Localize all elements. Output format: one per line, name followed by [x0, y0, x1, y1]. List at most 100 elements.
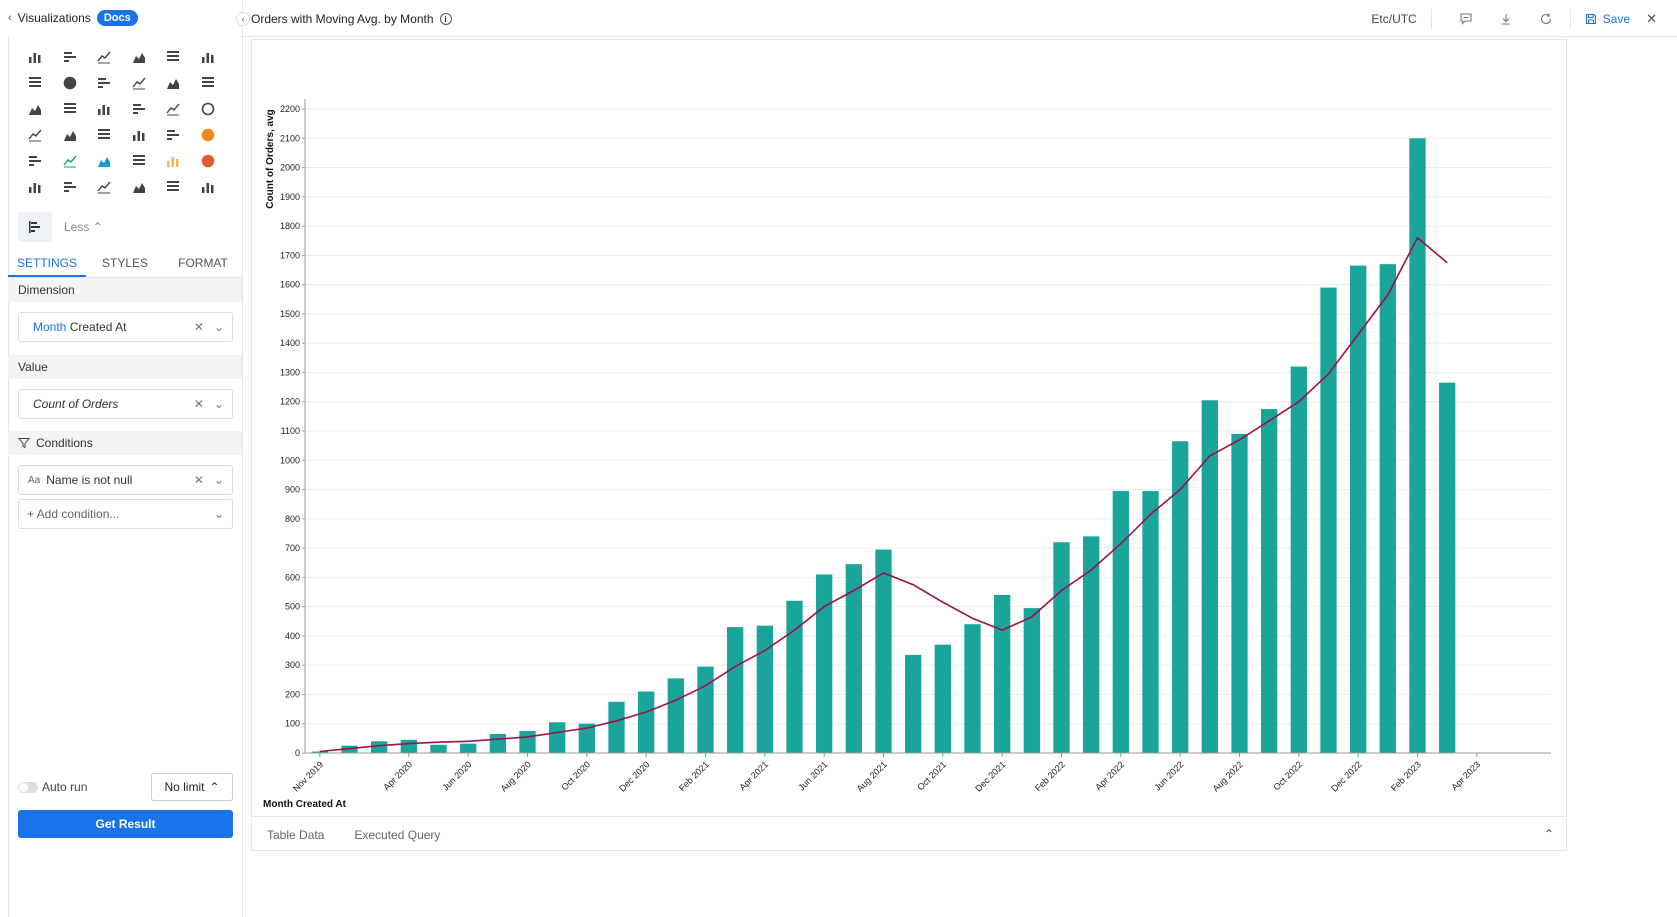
- clear-icon[interactable]: ✕: [194, 473, 204, 487]
- info-icon[interactable]: i: [439, 13, 452, 25]
- chart-type-weather[interactable]: [156, 148, 190, 174]
- collapse-panel-icon[interactable]: ‹: [236, 12, 250, 26]
- auto-run-toggle[interactable]: [18, 782, 38, 793]
- dimension-field[interactable]: Month Created At ✕ ⌄: [18, 312, 233, 342]
- y-tick-label: 1400: [280, 338, 300, 348]
- refresh-icon[interactable]: [1538, 11, 1554, 27]
- chart-title-text[interactable]: Orders with Moving Avg. by Month: [251, 12, 434, 26]
- x-tick-label: Feb 2023: [1389, 759, 1423, 793]
- chart-type-calendar[interactable]: [122, 122, 156, 148]
- chart-type-box-plot[interactable]: [191, 174, 225, 200]
- chart-area: 0 100 200 300 400 500 600 700 800 900 1000 1100 1200…: [251, 39, 1567, 817]
- conditions-heading: Conditions: [8, 431, 242, 455]
- chart-type-gauge[interactable]: [191, 96, 225, 122]
- chevron-left-icon[interactable]: ‹: [8, 12, 12, 24]
- filter-icon: [18, 438, 30, 449]
- chart-type-scatter[interactable]: [156, 70, 190, 96]
- tab-executed-query[interactable]: Executed Query: [354, 828, 440, 842]
- chart-type-kpi[interactable]: [87, 96, 121, 122]
- less-row: Less ⌃: [18, 212, 103, 242]
- chevron-down-icon[interactable]: ⌄: [214, 473, 224, 487]
- chart-type-world-map[interactable]: [53, 122, 87, 148]
- less-button[interactable]: Less ⌃: [64, 220, 103, 234]
- table-icon: [29, 53, 41, 63]
- chart-type-waterfall[interactable]: [18, 174, 52, 200]
- x-tick-label: Oct 2020: [559, 759, 592, 792]
- chart-type-sparkline[interactable]: [156, 174, 190, 200]
- chart-type-heatmap[interactable]: [18, 96, 52, 122]
- chart-type-candlestick[interactable]: [53, 174, 87, 200]
- x-axis-label: Month Created At: [263, 799, 347, 810]
- add-condition-field[interactable]: + Add condition... ⌄: [18, 499, 233, 529]
- choropleth-icon: [98, 129, 110, 139]
- clear-icon[interactable]: ✕: [194, 320, 204, 334]
- bar: [608, 701, 625, 753]
- radar-icon: [132, 104, 145, 114]
- timeline-icon: [29, 156, 41, 166]
- chart-type-cloud[interactable]: [156, 96, 190, 122]
- chart-type-pivot-table[interactable]: [53, 44, 87, 70]
- condition-field[interactable]: Aa Name is not null ✕ ⌄: [18, 465, 233, 495]
- selected-chart-type[interactable]: [18, 212, 52, 242]
- save-button[interactable]: Save: [1569, 8, 1630, 29]
- chevron-up-icon[interactable]: ⌃: [1544, 827, 1554, 841]
- pie-chart-icon: [63, 76, 76, 90]
- close-icon[interactable]: ✕: [1646, 11, 1657, 27]
- chart-type-choropleth[interactable]: [87, 122, 121, 148]
- chevron-down-icon[interactable]: ⌄: [214, 507, 224, 521]
- tab-table-data[interactable]: Table Data: [267, 828, 324, 842]
- tab-format[interactable]: FORMAT: [164, 252, 242, 277]
- chart-type-horizontal-bar[interactable]: [191, 44, 225, 70]
- comment-icon[interactable]: [1458, 11, 1474, 27]
- y-tick-label: 1500: [280, 309, 300, 319]
- x-tick-label: Feb 2021: [677, 759, 711, 793]
- chart-type-bullet[interactable]: [122, 174, 156, 200]
- bar: [786, 600, 803, 753]
- chart-type-stacked-bar[interactable]: [18, 70, 52, 96]
- chart-type-table[interactable]: [18, 44, 52, 70]
- bar: [638, 691, 655, 753]
- download-icon[interactable]: [1498, 11, 1514, 27]
- get-result-button[interactable]: Get Result: [18, 810, 233, 838]
- chart-type-area-chart[interactable]: [87, 44, 121, 70]
- x-tick-label: Dec 2020: [617, 759, 651, 793]
- chart-type-bubble[interactable]: [191, 70, 225, 96]
- chevron-down-icon[interactable]: ⌄: [214, 397, 224, 411]
- chart-type-funnel[interactable]: [122, 70, 156, 96]
- chart-type-trend-line[interactable]: [122, 148, 156, 174]
- timezone-label[interactable]: Etc/UTC: [1371, 8, 1432, 29]
- bar: [371, 741, 388, 753]
- chart-type-building[interactable]: [156, 122, 190, 148]
- chart-type-sorted-bar[interactable]: [53, 96, 87, 122]
- value-field[interactable]: Count of Orders ✕ ⌄: [18, 389, 233, 419]
- chart-type-radar[interactable]: [122, 96, 156, 122]
- panel-divider: [8, 36, 9, 917]
- value-heading: Value: [8, 355, 242, 379]
- docs-badge[interactable]: Docs: [96, 10, 138, 26]
- y-tick-label: 900: [285, 485, 300, 495]
- tab-styles[interactable]: STYLES: [86, 252, 164, 277]
- y-tick-label: 1600: [280, 280, 300, 290]
- chart-type-emoji[interactable]: [191, 148, 225, 174]
- chart-type-pie-chart[interactable]: [53, 70, 87, 96]
- y-tick-label: 600: [285, 572, 300, 582]
- bar: [756, 625, 773, 753]
- chevron-down-icon[interactable]: ⌄: [214, 320, 224, 334]
- heatmap-icon: [29, 105, 41, 115]
- chart-type-column-3d[interactable]: [87, 148, 121, 174]
- clear-icon[interactable]: ✕: [194, 397, 204, 411]
- x-tick-label: Jun 2020: [440, 759, 473, 792]
- chart-type-timeline[interactable]: [18, 148, 52, 174]
- chart-type-pyramid[interactable]: [87, 70, 121, 96]
- chart-type-bar-chart[interactable]: [156, 44, 190, 70]
- chart-type-coin[interactable]: [191, 122, 225, 148]
- bars: [311, 138, 1456, 754]
- chart-type-sankey[interactable]: [53, 148, 87, 174]
- chart-type-line-chart[interactable]: [122, 44, 156, 70]
- chart-type-map[interactable]: [18, 122, 52, 148]
- tab-settings[interactable]: SETTINGS: [8, 252, 86, 277]
- panel-title: Visualizations: [17, 11, 91, 25]
- limit-select[interactable]: No limit ⌃: [151, 773, 233, 801]
- chart-type-combo-chart[interactable]: [87, 174, 121, 200]
- x-tick-label: Apr 2023: [1449, 759, 1482, 792]
